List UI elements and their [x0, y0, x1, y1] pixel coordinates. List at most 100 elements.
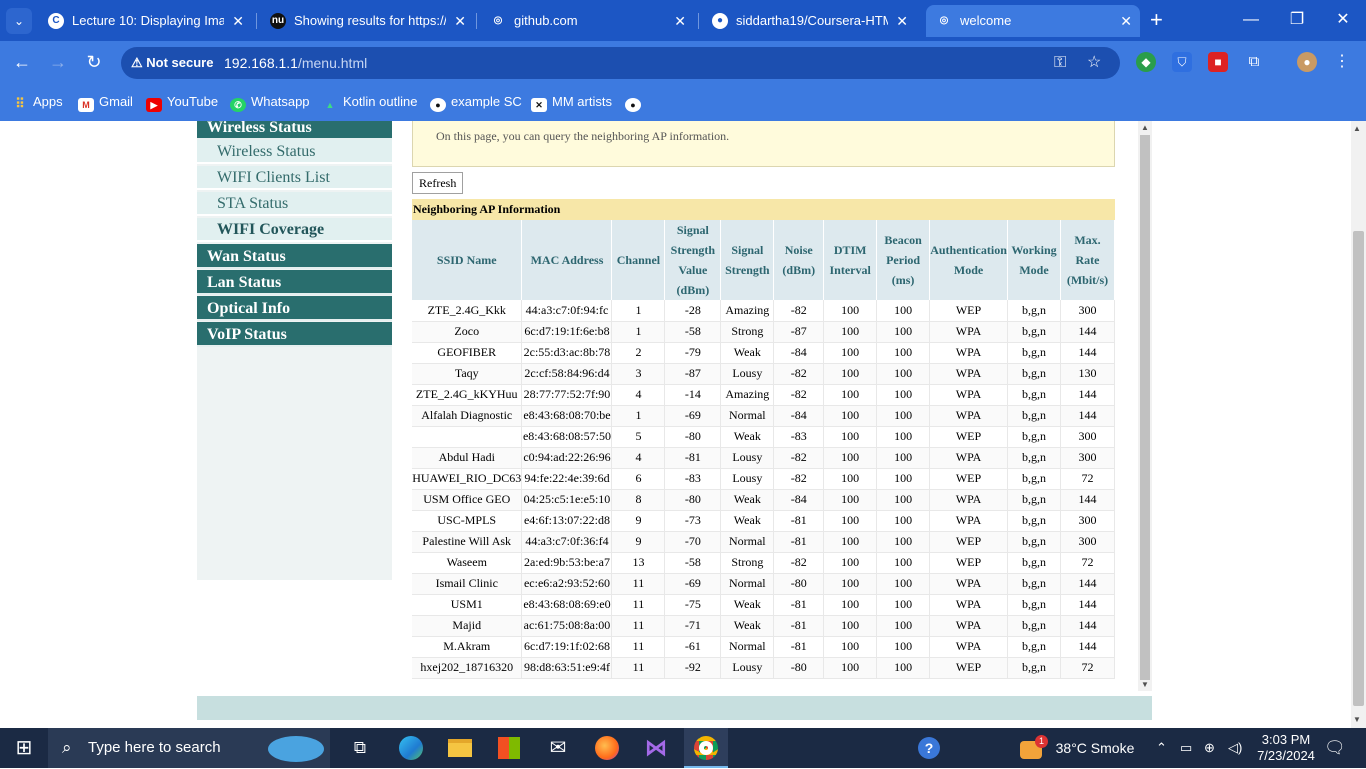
sidebar-item-sta-status[interactable]: STA Status [197, 192, 392, 216]
table-cell: Amazing [720, 384, 775, 406]
sidebar-section-lan-status[interactable]: Lan Status [197, 270, 392, 295]
bookmark-whatsapp[interactable]: ✆ Whatsapp [230, 93, 310, 112]
sidebar-section-optical-info[interactable]: Optical Info [197, 296, 392, 321]
bookmark-kotlin-outline[interactable]: ▲ Kotlin outline [322, 93, 418, 112]
table-cell: WEP [929, 552, 1009, 574]
page-viewport: Wireless Status Wireless Status WIFI Cli… [0, 121, 1351, 728]
bookmark-apps[interactable]: ⠿ Apps [12, 93, 62, 111]
bookmark-youtube[interactable]: ▶ YouTube [146, 93, 218, 112]
table-cell: -84 [773, 405, 825, 427]
forward-button[interactable]: → [45, 50, 71, 74]
chevron-up-icon[interactable]: ⌃ [1156, 728, 1167, 768]
sidebar-header-wireless-status[interactable]: Wireless Status [197, 121, 392, 140]
back-button[interactable]: ← [9, 50, 35, 74]
tab-separator [476, 13, 477, 29]
tab-5[interactable]: ◎ welcome ✕ [926, 5, 1140, 37]
microsoft-store-icon[interactable] [494, 728, 524, 768]
not-secure-indicator[interactable]: ⚠ Not secure [131, 54, 213, 72]
bookmark-star-icon[interactable]: ☆ [1087, 53, 1101, 73]
table-cell: WPA [929, 615, 1009, 637]
task-view-icon[interactable]: ⧉ [345, 728, 375, 768]
frame-scrollbar-thumb[interactable] [1140, 135, 1150, 680]
frame-scrollbar[interactable]: ▲ ▼ [1138, 121, 1152, 691]
table-cell: 100 [876, 468, 931, 490]
table-cell: WEP [929, 426, 1009, 448]
table-cell: 100 [876, 573, 931, 595]
reload-button[interactable]: ↻ [81, 50, 107, 74]
table-cell: 11 [611, 573, 666, 595]
profile-avatar[interactable]: ● [1297, 52, 1317, 72]
close-window-button[interactable]: ✕ [1328, 8, 1358, 32]
weather-widget[interactable]: 1 38°C Smoke [1020, 728, 1134, 769]
table-cell: 100 [876, 594, 931, 616]
battery-icon[interactable]: ▭ [1180, 728, 1192, 768]
firefox-icon[interactable] [592, 728, 622, 768]
table-cell: Normal [720, 573, 775, 595]
tab-search-button[interactable]: ⌄ [6, 8, 32, 34]
table-row: Alfalah Diagnostic e8:43:68:08:70:be 1 -69 N… [412, 405, 1116, 427]
new-tab-button[interactable]: + [1150, 8, 1163, 32]
tab-1[interactable]: C Lecture 10: Displaying Image ✕ [38, 5, 252, 37]
taskbar-search-box[interactable]: ⌕ Type here to search [48, 728, 330, 768]
page-scrollbar-thumb[interactable] [1353, 231, 1364, 706]
scroll-down-arrow-icon[interactable]: ▼ [1141, 680, 1149, 689]
help-tips-icon[interactable]: ? [916, 728, 942, 768]
mail-icon[interactable]: ✉ [543, 728, 573, 768]
extension-shield-icon[interactable]: ⛉ [1172, 52, 1192, 72]
file-explorer-icon[interactable] [445, 728, 475, 768]
sidebar-section-voip-status[interactable]: VoIP Status [197, 322, 392, 347]
bookmark-mm-artists[interactable]: ✕ MM artists [531, 93, 612, 112]
refresh-button[interactable]: Refresh [412, 172, 464, 194]
scroll-up-arrow-icon[interactable]: ▲ [1353, 124, 1361, 133]
column-header: MAC Address [521, 220, 613, 300]
table-cell: Ismail Clinic [412, 573, 523, 595]
tab-favicon-icon: ● [712, 13, 728, 29]
tab-2[interactable]: nu Showing results for https://w ✕ [260, 5, 474, 37]
scroll-up-arrow-icon[interactable]: ▲ [1141, 123, 1149, 132]
table-cell: Strong [720, 552, 775, 574]
extensions-puzzle-icon[interactable]: ⧉ [1244, 52, 1264, 72]
windows-start-icon[interactable]: ⊞ [0, 728, 48, 768]
table-row: M.Akram 6c:d7:19:1f:02:68 11 -61 Normal -81 10… [412, 636, 1116, 658]
bookmark-example-sc[interactable]: ● example SC [430, 93, 522, 112]
notifications-icon[interactable]: 🗨 [1324, 728, 1346, 768]
tab-3[interactable]: ◎ github.com ✕ [480, 5, 694, 37]
edge-browser-icon[interactable] [396, 728, 426, 768]
tab-4[interactable]: ● siddartha19/Coursera-HTML ✕ [702, 5, 916, 37]
clock[interactable]: 3:03 PM 7/23/2024 [1254, 728, 1318, 764]
extension-lock-icon[interactable]: ■ [1208, 52, 1228, 72]
sidebar-item-wifi-coverage[interactable]: WIFI Coverage [197, 218, 392, 242]
bookmark-gmail[interactable]: M Gmail [78, 93, 133, 112]
network-globe-icon[interactable]: ⊕ [1204, 728, 1215, 768]
tab-close-icon[interactable]: ✕ [674, 5, 686, 37]
tab-close-icon[interactable]: ✕ [232, 5, 244, 37]
table-cell: WPA [929, 447, 1009, 469]
more-menu-icon[interactable]: ⋮ [1332, 52, 1352, 72]
extension-green-icon[interactable]: ◆ [1136, 52, 1156, 72]
sidebar-item-wireless-status[interactable]: Wireless Status [197, 140, 392, 164]
sidebar-section-wan-status[interactable]: Wan Status [197, 244, 392, 269]
table-cell: Zoco [412, 321, 523, 343]
table-cell: 72 [1060, 657, 1116, 679]
table-cell: Normal [720, 405, 775, 427]
url-text[interactable]: 192.168.1.1/menu.html [224, 54, 367, 72]
table-cell: b,g,n [1007, 447, 1061, 469]
scroll-down-arrow-icon[interactable]: ▼ [1353, 715, 1361, 724]
volume-icon[interactable]: ◁) [1228, 728, 1242, 768]
tab-close-icon[interactable]: ✕ [1120, 5, 1132, 37]
minimize-button[interactable]: — [1236, 8, 1266, 32]
tab-close-icon[interactable]: ✕ [454, 5, 466, 37]
tab-close-icon[interactable]: ✕ [896, 5, 908, 37]
password-key-icon[interactable]: ⚿ [1054, 53, 1066, 73]
table-cell: -69 [664, 573, 722, 595]
chrome-taskbar-icon[interactable] [684, 728, 728, 768]
column-header-line: SSID Name [436, 253, 497, 267]
maximize-button[interactable]: ❐ [1282, 8, 1312, 32]
sidebar-item-wifi-clients-list[interactable]: WIFI Clients List [197, 166, 392, 190]
address-bar[interactable]: ⚠ Not secure 192.168.1.1/menu.html ⚿ ☆ [121, 47, 1120, 79]
visual-studio-icon[interactable]: ⋈ [641, 728, 671, 768]
page-scrollbar[interactable]: ▲ ▼ [1351, 121, 1366, 728]
bookmark-github[interactable]: ● [625, 93, 646, 112]
table-cell: -81 [664, 447, 722, 469]
column-header-line: Mode [1019, 263, 1049, 277]
